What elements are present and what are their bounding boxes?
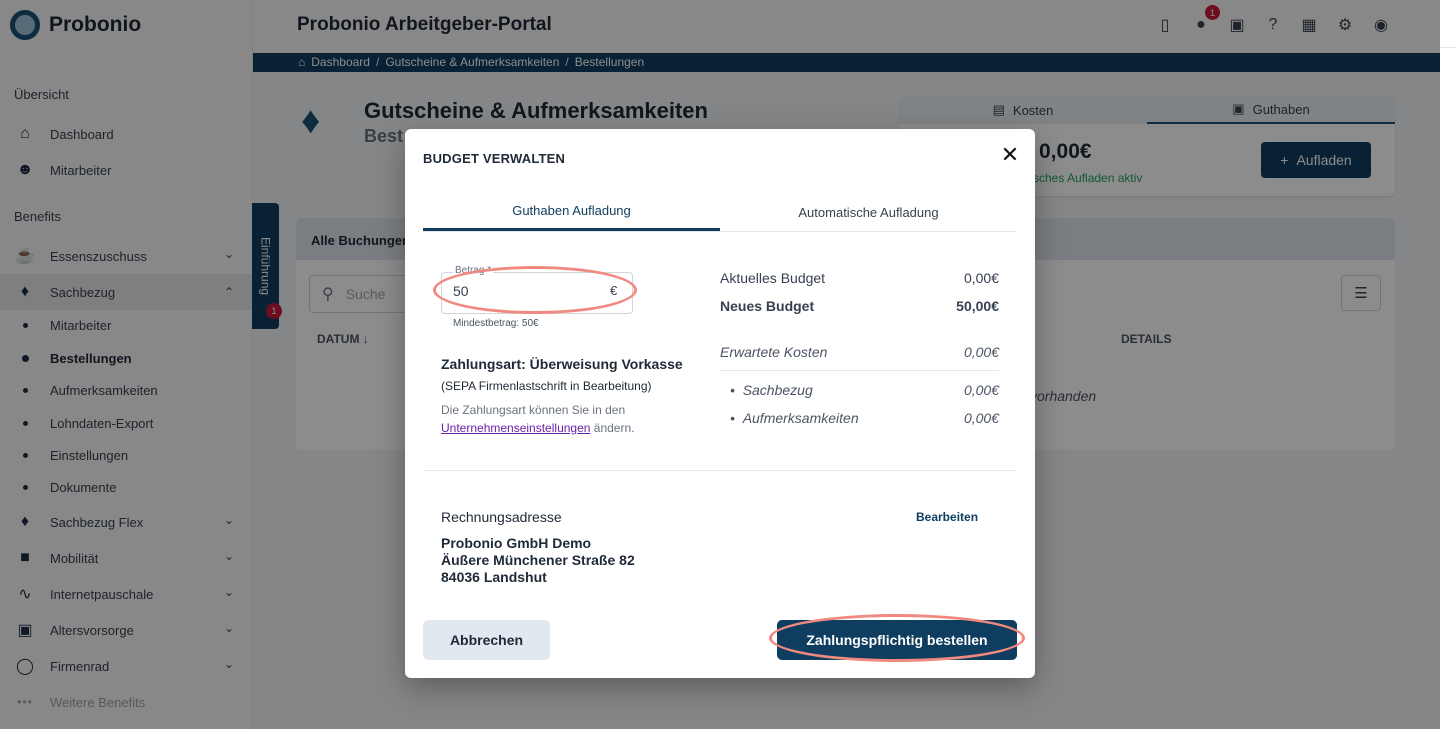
divider: [423, 470, 1017, 471]
row-label: • Aufmerksamkeiten: [730, 410, 859, 426]
modal-tabs: Guthaben Aufladung Automatische Aufladun…: [423, 193, 1017, 232]
divider: [720, 370, 999, 371]
amount-hint: Mindestbetrag: 50€: [453, 318, 539, 329]
note-text: ändern.: [590, 421, 635, 435]
row-label: Erwartete Kosten: [720, 344, 828, 360]
company-settings-link[interactable]: Unternehmenseinstellungen: [441, 421, 590, 435]
tab-auto-topup[interactable]: Automatische Aufladung: [720, 193, 1017, 231]
currency-unit: €: [610, 283, 618, 298]
cancel-button[interactable]: Abbrechen: [423, 620, 550, 660]
divider: [1440, 47, 1456, 48]
new-budget-row: Neues Budget 50,00€: [720, 298, 999, 314]
address-line: Äußere Münchener Straße 82: [441, 552, 635, 568]
payment-method-title: Zahlungsart: Überweisung Vorkasse: [441, 356, 683, 372]
note-text: Die Zahlungsart können Sie in den: [441, 403, 626, 417]
amount-value[interactable]: 50: [453, 283, 469, 299]
row-value: 0,00€: [963, 382, 999, 398]
row-value: 0,00€: [963, 410, 999, 426]
gifts-cost-row: • Aufmerksamkeiten 0,00€: [730, 410, 999, 426]
row-label-text: Aufmerksamkeiten: [742, 410, 859, 426]
payment-method-subtitle: (SEPA Firmenlastschrift in Bearbeitung): [441, 379, 652, 393]
billing-address-label: Rechnungsadresse: [441, 509, 562, 525]
tab-topup[interactable]: Guthaben Aufladung: [423, 193, 720, 231]
row-value: 0,00€: [963, 270, 999, 286]
row-value: 50,00€: [956, 298, 999, 314]
current-budget-row: Aktuelles Budget 0,00€: [720, 270, 999, 286]
amount-field[interactable]: [441, 272, 633, 314]
page-edge: [1440, 0, 1456, 729]
row-label: Aktuelles Budget: [720, 270, 826, 286]
row-value: 0,00€: [963, 344, 999, 360]
edit-billing-button[interactable]: Bearbeiten: [916, 510, 978, 524]
payment-method-note: Die Zahlungsart können Sie in den Untern…: [441, 401, 691, 437]
address-line: Probonio GmbH Demo: [441, 535, 592, 551]
amount-label: Betrag *: [453, 265, 494, 276]
sachbezug-cost-row: • Sachbezug 0,00€: [730, 382, 999, 398]
row-label: • Sachbezug: [730, 382, 813, 398]
row-label: Neues Budget: [720, 298, 815, 314]
row-label-text: Sachbezug: [742, 382, 813, 398]
close-icon[interactable]: ✕: [998, 142, 1022, 167]
order-button[interactable]: Zahlungspflichtig bestellen: [777, 620, 1017, 660]
modal-title: BUDGET VERWALTEN: [423, 151, 566, 166]
budget-modal: BUDGET VERWALTEN ✕ Guthaben Aufladung Au…: [405, 129, 1035, 678]
address-line: 84036 Landshut: [441, 569, 547, 585]
expected-costs-row: Erwartete Kosten 0,00€: [720, 344, 999, 360]
